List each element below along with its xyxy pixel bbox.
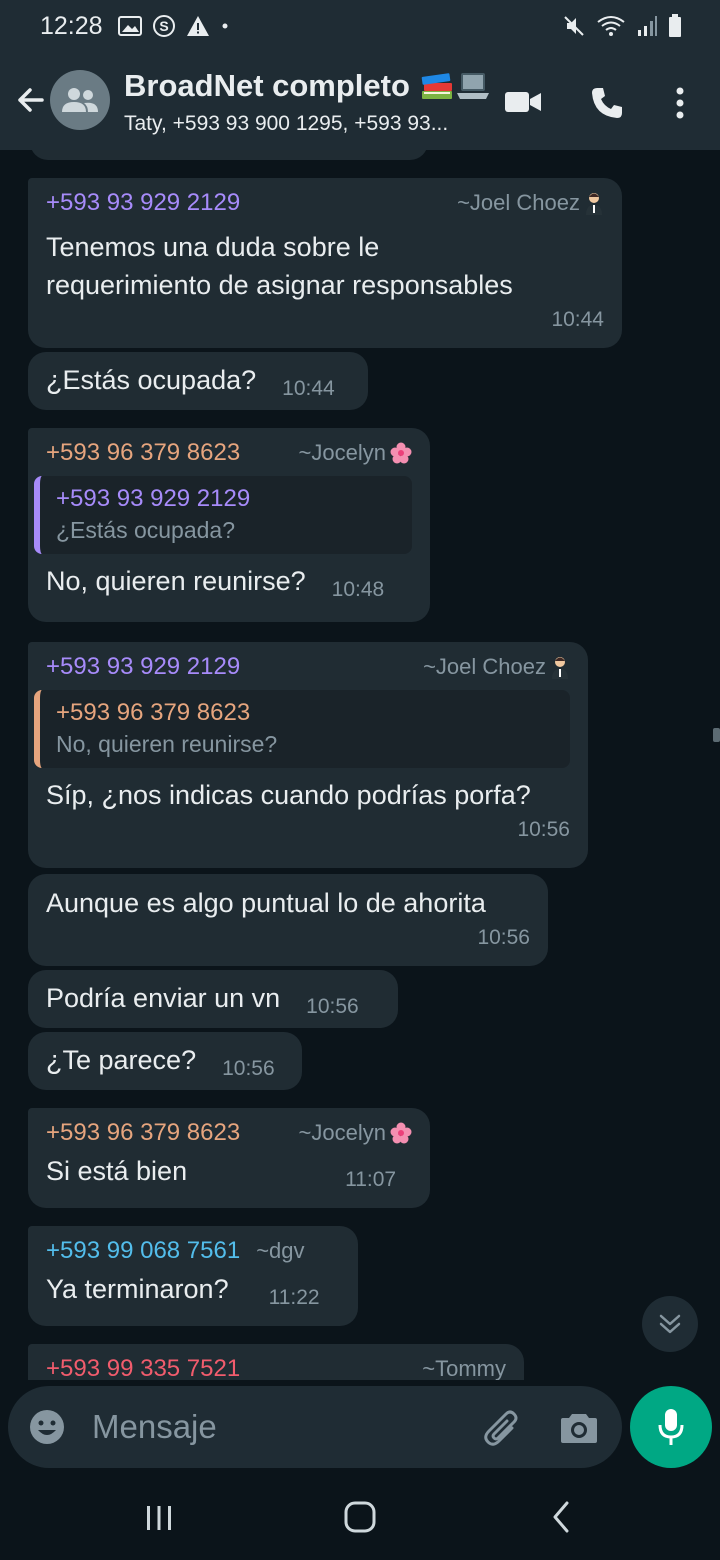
message-text: Si está bien — [46, 1156, 188, 1186]
sender-alias: ~dgv — [256, 1238, 305, 1263]
message-time: 10:56 — [477, 926, 530, 949]
message-text: requerimiento de asignar responsables — [46, 270, 513, 300]
signal-icon — [638, 16, 657, 36]
warning-icon — [187, 16, 209, 36]
person-emoji-icon — [586, 193, 602, 215]
message-bubble[interactable]: +593 99 068 7561 ~dgv Ya terminaron? 11:2… — [28, 1226, 358, 1326]
composer-bar: Mensaje — [0, 1380, 720, 1476]
message-text: Aunque es algo puntual lo de ahorita — [46, 888, 486, 918]
message-bubble[interactable]: +593 93 929 2129 ~Joel Choez Tenemos una… — [28, 178, 622, 348]
sender-phone[interactable]: +593 99 335 7521 — [46, 1354, 240, 1380]
sender-phone[interactable]: +593 93 929 2129 — [46, 652, 240, 682]
quoted-text: ¿Estás ocupada? — [56, 517, 236, 543]
message-time: 10:44 — [551, 308, 604, 331]
back-arrow-icon[interactable] — [12, 82, 48, 118]
message-time: 10:56 — [517, 818, 570, 841]
message-bubble[interactable]: Aunque es algo puntual lo de ahorita 10:… — [28, 874, 548, 966]
chat-participants: Taty, +593 93 900 1295, +593 93... — [124, 112, 449, 135]
flower-emoji-icon — [390, 1122, 412, 1144]
laptop-emoji-icon — [456, 73, 489, 99]
more-options-icon[interactable] — [674, 86, 686, 120]
battery-icon — [669, 14, 681, 37]
sender-phone[interactable]: +593 93 929 2129 — [46, 188, 240, 218]
microphone-icon — [658, 1409, 684, 1445]
message-time: 10:48 — [331, 578, 385, 601]
wifi-icon — [597, 16, 625, 36]
message-text: No, quieren reunirse? — [46, 566, 306, 596]
quoted-message[interactable]: +593 96 379 8623 No, quieren reunirse? — [34, 690, 570, 768]
message-time: 10:44 — [282, 377, 335, 400]
message-input-placeholder: Mensaje — [92, 1408, 217, 1445]
status-bar: 12:28 S — [0, 0, 720, 56]
svg-text:S: S — [159, 18, 168, 34]
quoted-sender: +593 96 379 8623 — [56, 699, 251, 726]
message-input[interactable]: Mensaje — [8, 1386, 622, 1468]
voice-call-icon[interactable] — [590, 86, 624, 120]
message-bubble[interactable]: +593 96 379 8623 ~Jocelyn Si está bien 11… — [28, 1108, 430, 1208]
sender-phone[interactable]: +593 96 379 8623 — [46, 1118, 240, 1148]
message-time: 11:07 — [345, 1168, 397, 1191]
group-avatar[interactable] — [50, 70, 110, 130]
attach-icon[interactable] — [482, 1406, 522, 1448]
sender-alias: ~Jocelyn — [299, 438, 412, 468]
message-time: 10:56 — [306, 995, 359, 1018]
camera-icon[interactable] — [560, 1410, 598, 1444]
double-chevron-down-icon — [659, 1314, 681, 1334]
message-bubble[interactable]: ¿Te parece? 10:56 — [28, 1032, 302, 1090]
message-time: 11:22 — [268, 1286, 320, 1309]
message-list[interactable]: +593 93 929 2129 ~Joel Choez Tenemos una… — [0, 150, 720, 1380]
scroll-to-bottom-button[interactable] — [642, 1296, 698, 1352]
chat-title-text: BroadNet completo — [124, 68, 410, 103]
system-nav-bar — [0, 1476, 720, 1560]
message-bubble[interactable]: +593 99 335 7521 ~Tommy — [28, 1344, 524, 1380]
books-emoji-icon — [421, 73, 452, 99]
mute-icon — [564, 16, 584, 36]
message-text: Ya terminaron? — [46, 1274, 229, 1304]
recent-apps-icon[interactable] — [145, 1504, 173, 1532]
gallery-icon — [118, 16, 142, 36]
quoted-text: No, quieren reunirse? — [56, 731, 278, 757]
sender-phone[interactable]: +593 99 068 7561 — [46, 1236, 240, 1266]
message-text: ¿Estás ocupada? — [46, 365, 257, 395]
group-icon — [62, 88, 98, 112]
home-icon[interactable] — [343, 1500, 377, 1534]
message-text: ¿Te parece? — [46, 1045, 197, 1075]
scroll-indicator[interactable] — [713, 728, 720, 742]
nav-back-icon[interactable] — [550, 1500, 572, 1534]
message-bubble[interactable]: Podría enviar un vn 10:56 — [28, 970, 398, 1028]
chat-header: BroadNet completo Taty, +593 93 900 1295… — [0, 56, 720, 150]
video-call-icon[interactable] — [504, 90, 542, 114]
s-icon: S — [153, 15, 175, 37]
sender-alias: ~Jocelyn — [299, 1118, 412, 1148]
message-bubble[interactable]: +593 96 379 8623 ~Jocelyn +593 93 929 21… — [28, 428, 430, 622]
dot-icon — [222, 23, 228, 29]
message-bubble[interactable]: +593 93 929 2129 ~Joel Choez +593 96 379… — [28, 642, 588, 868]
chat-title[interactable]: BroadNet completo — [124, 68, 490, 104]
flower-emoji-icon — [390, 442, 412, 464]
message-bubble-partial[interactable] — [30, 150, 428, 160]
person-emoji-icon — [552, 657, 568, 679]
sender-alias: ~Joel Choez — [423, 652, 570, 682]
message-text: Síp, ¿nos indicas cuando podrías porfa? — [46, 780, 531, 810]
emoji-icon[interactable] — [28, 1408, 66, 1446]
quoted-sender: +593 93 929 2129 — [56, 485, 251, 512]
status-time: 12:28 — [40, 12, 103, 40]
message-text: Podría enviar un vn — [46, 983, 281, 1013]
message-text: Tenemos una duda sobre le — [46, 232, 380, 262]
sender-alias: ~Joel Choez — [457, 188, 604, 218]
microphone-button[interactable] — [630, 1386, 712, 1468]
sender-phone[interactable]: +593 96 379 8623 — [46, 438, 240, 468]
message-bubble[interactable]: ¿Estás ocupada? 10:44 — [28, 352, 368, 410]
sender-alias: ~Tommy — [422, 1356, 506, 1380]
message-time: 10:56 — [222, 1057, 275, 1080]
quoted-message[interactable]: +593 93 929 2129 ¿Estás ocupada? — [34, 476, 412, 554]
